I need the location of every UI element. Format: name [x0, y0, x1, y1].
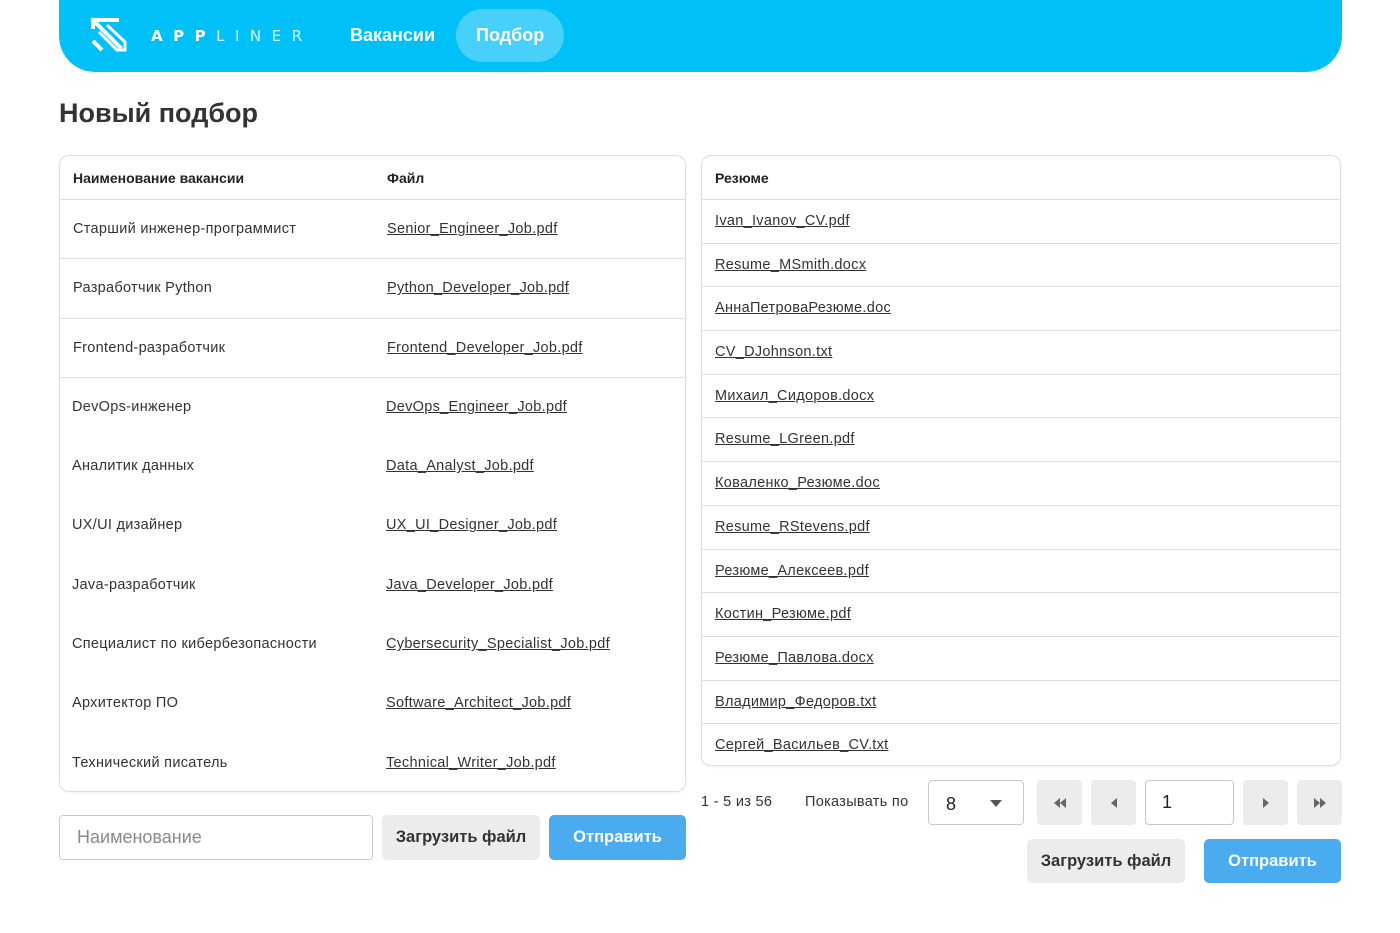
vacancy-name: Технический писатель — [72, 754, 228, 771]
first-page-icon — [1053, 797, 1066, 808]
logo-icon — [90, 17, 127, 52]
page-number-input[interactable] — [1145, 780, 1234, 825]
list-item: CV_DJohnson.txt — [702, 331, 1340, 375]
table-header: Резюме — [702, 156, 1340, 200]
list-item: Костин_Резюме.pdf — [702, 593, 1340, 637]
vacancy-name: Аналитик данных — [72, 458, 195, 475]
list-item: Ivan_Ivanov_CV.pdf — [702, 200, 1340, 244]
vacancy-file-link[interactable]: Senior_Engineer_Job.pdf — [387, 221, 558, 237]
list-item: Resume_LGreen.pdf — [702, 418, 1340, 463]
table-row: UX/UI дизайнер UX_UI_Designer_Job.pdf — [60, 496, 685, 555]
table-row: Аналитик данных Data_Analyst_Job.pdf — [60, 437, 685, 496]
table-row: Java-разработчик Java_Developer_Job.pdf — [60, 556, 685, 615]
list-item: Михаил_Сидоров.docx — [702, 375, 1340, 419]
nav-selection[interactable]: Подбор — [456, 9, 565, 62]
top-navbar: APPLINER Вакансии Подбор — [59, 0, 1342, 72]
vacancy-name: Архитектор ПО — [72, 695, 179, 712]
table-row: Frontend-разработчик Frontend_Developer_J… — [60, 319, 685, 378]
upload-resume-file-button[interactable]: Загрузить файл — [1027, 839, 1185, 883]
resume-file-link[interactable]: Resume_LGreen.pdf — [715, 431, 855, 447]
table-row: Старший инженер-программист Senior_Engine… — [60, 200, 685, 260]
table-row: Технический писатель Technical_Writer_Job… — [60, 734, 685, 791]
column-header-file: Файл — [387, 170, 425, 186]
vacancies-table: Наименование вакансии Файл Старший инжен… — [59, 155, 686, 792]
list-item: Резюме_Павлова.docx — [702, 637, 1340, 681]
last-page-button[interactable] — [1297, 780, 1342, 825]
resume-file-link[interactable]: Костин_Резюме.pdf — [715, 606, 851, 622]
per-page-select[interactable]: 8 — [928, 780, 1024, 825]
first-page-button[interactable] — [1037, 780, 1082, 825]
prev-page-button[interactable] — [1091, 780, 1136, 825]
vacancy-name: Старший инженер-программист — [73, 221, 297, 237]
resume-file-link[interactable]: Коваленко_Резюме.doc — [715, 475, 880, 491]
list-item: Резюме_Алексеев.pdf — [702, 550, 1340, 594]
prev-page-icon — [1110, 797, 1117, 808]
per-page-label: Показывать по — [805, 794, 909, 810]
table-row: Архитектор ПО Software_Architect_Job.pdf — [60, 674, 685, 733]
pagination-range: 1 - 5 из 56 — [701, 794, 773, 810]
logo-wordmark: APPLINER — [151, 27, 313, 45]
resume-file-link[interactable]: Сергей_Васильев_CV.txt — [715, 737, 888, 753]
vacancy-name: Специалист по кибербезопасности — [72, 636, 317, 653]
resume-file-link[interactable]: АннаПетроваРезюме.doc — [715, 300, 891, 316]
list-item: АннаПетроваРезюме.doc — [702, 287, 1340, 332]
list-item: Владимир_Федоров.txt — [702, 681, 1340, 725]
last-page-icon — [1313, 797, 1326, 808]
resume-file-link[interactable]: CV_DJohnson.txt — [715, 344, 832, 360]
send-resume-button[interactable]: Отправить — [1204, 839, 1341, 883]
vacancy-name: UX/UI дизайнер — [72, 517, 183, 534]
vacancy-name: DevOps-инженер — [72, 398, 192, 415]
resumes-table: Резюме Ivan_Ivanov_CV.pdf Resume_MSmith.d… — [701, 155, 1341, 766]
table-row: Специалист по кибербезопасности Cybersecu… — [60, 615, 685, 674]
vacancy-file-link[interactable]: Software_Architect_Job.pdf — [386, 695, 571, 711]
next-page-button[interactable] — [1243, 780, 1288, 825]
vacancy-file-link[interactable]: DevOps_Engineer_Job.pdf — [386, 399, 567, 415]
next-page-icon — [1262, 797, 1269, 808]
vacancy-file-link[interactable]: Python_Developer_Job.pdf — [387, 280, 569, 296]
per-page-value: 8 — [946, 794, 957, 814]
send-vacancy-button[interactable]: Отправить — [549, 815, 686, 860]
vacancy-file-link[interactable]: Data_Analyst_Job.pdf — [386, 458, 534, 474]
list-item: Resume_MSmith.docx — [702, 244, 1340, 288]
table-header: Наименование вакансии Файл — [60, 156, 685, 200]
vacancy-file-link[interactable]: Frontend_Developer_Job.pdf — [387, 340, 583, 356]
resume-file-link[interactable]: Резюме_Павлова.docx — [715, 650, 874, 666]
list-item: Resume_RStevens.pdf — [702, 506, 1340, 550]
vacancy-file-link[interactable]: Cybersecurity_Specialist_Job.pdf — [386, 636, 610, 652]
resume-file-link[interactable]: Resume_RStevens.pdf — [715, 519, 870, 535]
table-row: Разработчик Python Python_Developer_Job.p… — [60, 259, 685, 319]
vacancy-name: Разработчик Python — [73, 280, 213, 297]
resume-file-link[interactable]: Михаил_Сидоров.docx — [715, 388, 874, 404]
resume-file-link[interactable]: Resume_MSmith.docx — [715, 257, 866, 273]
resume-file-link[interactable]: Ivan_Ivanov_CV.pdf — [715, 213, 850, 229]
page-title: Новый подбор — [59, 98, 258, 128]
vacancy-file-link[interactable]: Java_Developer_Job.pdf — [386, 577, 553, 593]
column-header-resume: Резюме — [715, 170, 769, 186]
list-item: Коваленко_Резюме.doc — [702, 462, 1340, 506]
column-header-vacancy-name: Наименование вакансии — [73, 170, 245, 186]
vacancy-name: Java-разработчик — [72, 576, 196, 593]
vacancy-file-link[interactable]: UX_UI_Designer_Job.pdf — [386, 517, 557, 533]
resume-file-link[interactable]: Резюме_Алексеев.pdf — [715, 563, 869, 579]
table-row: DevOps-инженер DevOps_Engineer_Job.pdf — [60, 378, 685, 437]
vacancy-name-input[interactable] — [59, 815, 373, 860]
resume-file-link[interactable]: Владимир_Федоров.txt — [715, 694, 876, 710]
upload-vacancy-file-button[interactable]: Загрузить файл — [382, 815, 540, 860]
vacancy-name: Frontend-разработчик — [73, 339, 226, 356]
vacancy-file-link[interactable]: Technical_Writer_Job.pdf — [386, 755, 556, 771]
chevron-down-icon — [990, 800, 1002, 807]
nav-vacancies[interactable]: Вакансии — [330, 9, 455, 62]
list-item: Сергей_Васильев_CV.txt — [702, 724, 1340, 765]
